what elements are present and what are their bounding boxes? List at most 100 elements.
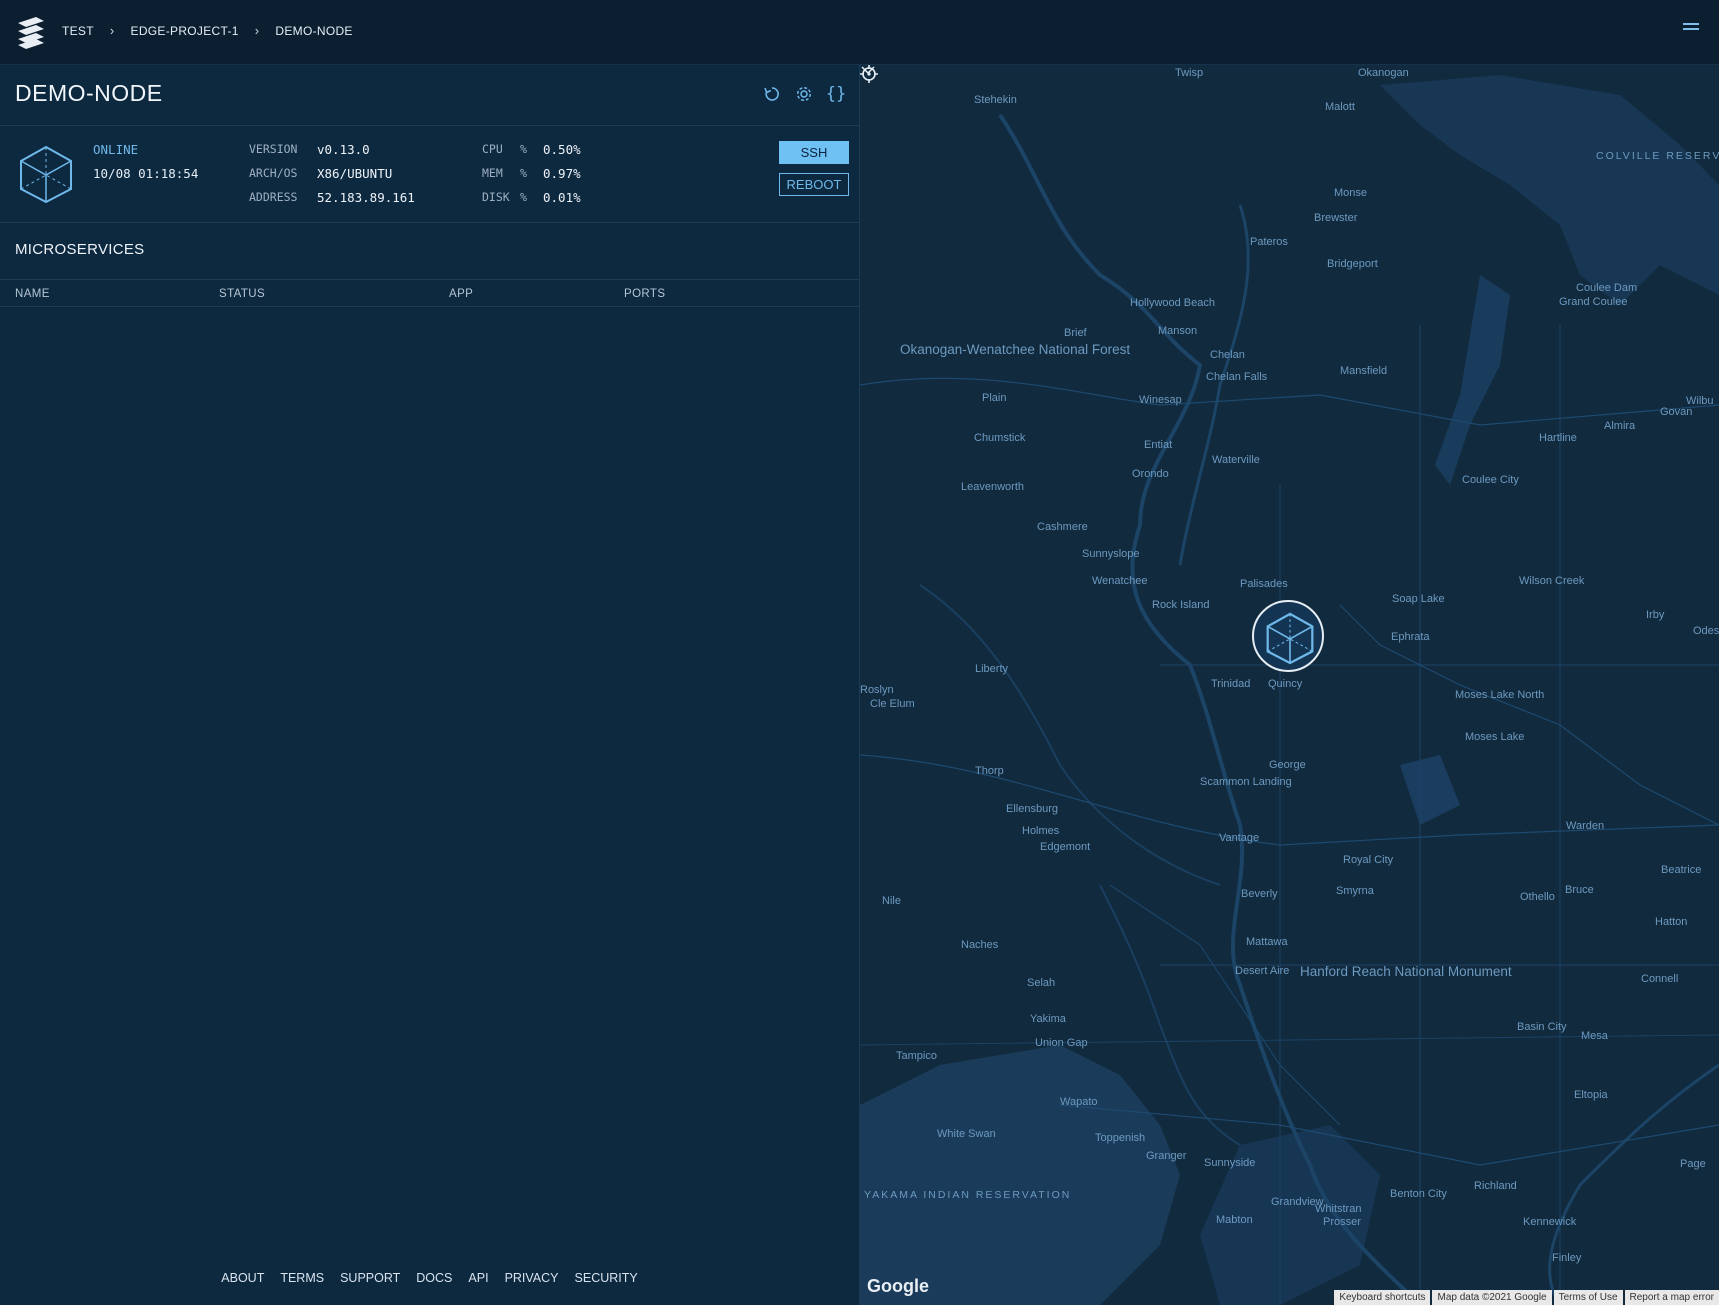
- column-ports[interactable]: PORTS: [624, 288, 665, 300]
- map-label: Quincy: [1268, 678, 1303, 690]
- address-label: ADDRESS: [249, 190, 298, 204]
- google-logo: Google: [867, 1276, 929, 1296]
- map-data-text: Map data ©2021 Google: [1432, 1290, 1552, 1305]
- map-label: Mesa: [1581, 1030, 1608, 1042]
- node-panel: DEMO-NODE {} ONLINE 10/08 01:18:54 VERSI…: [0, 65, 860, 1305]
- map-label-forest: Okanogan-Wenatchee National Forest: [900, 342, 1131, 357]
- map-label: Connell: [1641, 973, 1679, 985]
- map-label: Desert Aire: [1235, 965, 1290, 977]
- map-label: Coulee City: [1462, 474, 1519, 486]
- map-label: Holmes: [1022, 825, 1060, 837]
- top-bar: TEST › EDGE-PROJECT-1 › DEMO-NODE: [0, 0, 1719, 65]
- map-label: Finley: [1552, 1252, 1582, 1264]
- address-row: ADDRESS 52.183.89.161: [249, 190, 415, 205]
- map-label: Brief: [1064, 327, 1087, 339]
- disk-row: DISK % 0.01%: [482, 190, 581, 205]
- map-label: Ellensburg: [1006, 803, 1058, 815]
- map-label: Manson: [1158, 325, 1198, 337]
- map-label: Mansfield: [1340, 365, 1388, 377]
- map-pin-cube-icon: [1266, 612, 1314, 665]
- logo-icon[interactable]: [14, 15, 48, 51]
- keyboard-shortcuts-link[interactable]: Keyboard shortcuts: [1334, 1290, 1431, 1305]
- gear-icon[interactable]: [793, 83, 815, 105]
- terms-of-use-link[interactable]: Terms of Use: [1553, 1290, 1623, 1305]
- map-label: Roslyn: [860, 684, 894, 696]
- page-title: DEMO-NODE: [15, 80, 163, 106]
- map-label: Basin City: [1517, 1021, 1567, 1033]
- map-label: Soap Lake: [1392, 593, 1445, 605]
- map-label: Page: [1680, 1158, 1706, 1170]
- menu-icon[interactable]: [1683, 23, 1699, 35]
- footer-link-about[interactable]: ABOUT: [221, 1271, 264, 1285]
- column-name[interactable]: NAME: [15, 288, 50, 300]
- breadcrumb: TEST › EDGE-PROJECT-1 › DEMO-NODE: [62, 23, 353, 38]
- footer-link-support[interactable]: SUPPORT: [340, 1271, 400, 1285]
- column-app[interactable]: APP: [449, 288, 473, 300]
- address-value: 52.183.89.161: [317, 190, 415, 205]
- map-label: Benton City: [1390, 1188, 1447, 1200]
- breadcrumb-item-project[interactable]: EDGE-PROJECT-1: [131, 24, 239, 38]
- reboot-button[interactable]: REBOOT: [779, 173, 849, 196]
- map-label: Toppenish: [1095, 1132, 1146, 1144]
- cpu-pct-label: %: [520, 142, 527, 156]
- map-label: Hartline: [1539, 432, 1577, 444]
- map-label: Irby: [1646, 609, 1665, 621]
- map-label: Smyrna: [1336, 885, 1374, 897]
- breadcrumb-item-node[interactable]: DEMO-NODE: [275, 24, 352, 38]
- map-label: Wenatchee: [1092, 575, 1148, 587]
- map-label: Palisades: [1240, 578, 1288, 590]
- map-label: Entiat: [1144, 439, 1173, 451]
- mem-label: MEM: [482, 166, 503, 180]
- column-status[interactable]: STATUS: [219, 288, 265, 300]
- refresh-icon[interactable]: [761, 83, 783, 105]
- map-label: Liberty: [975, 663, 1009, 675]
- microservices-table-header: NAME STATUS APP PORTS: [0, 280, 859, 307]
- map-label: Brewster: [1314, 212, 1358, 224]
- map-label: Ephrata: [1391, 631, 1430, 643]
- map-label: Chelan: [1210, 349, 1245, 361]
- footer-link-api[interactable]: API: [468, 1271, 488, 1285]
- report-map-error-link[interactable]: Report a map error: [1624, 1290, 1719, 1305]
- status-timestamp: 10/08 01:18:54: [93, 166, 199, 181]
- map-label: Hatton: [1655, 916, 1688, 928]
- chevron-down-icon: [861, 66, 875, 75]
- map-label-yakama: YAKAMA INDIAN RESERVATION: [864, 1189, 1072, 1201]
- map-label: Okanogan: [1358, 67, 1409, 79]
- disk-value: 0.01%: [543, 190, 581, 205]
- map-label: Moses Lake: [1465, 731, 1525, 743]
- map[interactable]: Twisp Okanogan Stehekin Malott Brewster …: [860, 65, 1719, 1305]
- map-label: Wilbu: [1686, 395, 1714, 407]
- node-map-pin[interactable]: [1252, 600, 1324, 672]
- mem-value: 0.97%: [543, 166, 581, 181]
- map-label: Whitstran: [1315, 1203, 1362, 1215]
- map-label: Warden: [1566, 820, 1605, 832]
- ssh-button[interactable]: SSH: [779, 141, 849, 164]
- breadcrumb-separator: ›: [109, 23, 115, 38]
- breadcrumb-item-test[interactable]: TEST: [62, 24, 94, 38]
- map-label: Kennewick: [1523, 1216, 1577, 1228]
- map-label: Tampico: [896, 1050, 937, 1062]
- version-row: VERSION v0.13.0: [249, 142, 370, 157]
- footer-link-privacy[interactable]: PRIVACY: [505, 1271, 559, 1285]
- footer-link-security[interactable]: SECURITY: [575, 1271, 638, 1285]
- map-label: Sunnyslope: [1082, 548, 1140, 560]
- map-label: Plain: [982, 392, 1007, 404]
- disk-pct-label: %: [520, 190, 527, 204]
- map-label: Vantage: [1219, 832, 1260, 844]
- map-label: Cle Elum: [870, 698, 915, 710]
- arch-value: X86/UBUNTU: [317, 166, 393, 181]
- map-label: Odess: [1693, 625, 1719, 637]
- braces-icon[interactable]: {}: [825, 83, 847, 105]
- map-attribution: Keyboard shortcuts Map data ©2021 Google…: [1332, 1290, 1719, 1305]
- map-label: Grand Coulee: [1559, 296, 1628, 308]
- footer-link-terms[interactable]: TERMS: [280, 1271, 324, 1285]
- node-info: ONLINE 10/08 01:18:54 VERSION v0.13.0 AR…: [0, 126, 859, 223]
- map-label: Beatrice: [1661, 864, 1702, 876]
- map-label: Coulee Dam: [1576, 282, 1638, 294]
- node-header: DEMO-NODE {}: [0, 65, 859, 126]
- footer-link-docs[interactable]: DOCS: [416, 1271, 452, 1285]
- status-badge: ONLINE: [93, 142, 139, 157]
- map-label: Moses Lake North: [1455, 689, 1545, 701]
- map-label: Leavenworth: [961, 481, 1024, 493]
- map-label: Granger: [1146, 1150, 1187, 1162]
